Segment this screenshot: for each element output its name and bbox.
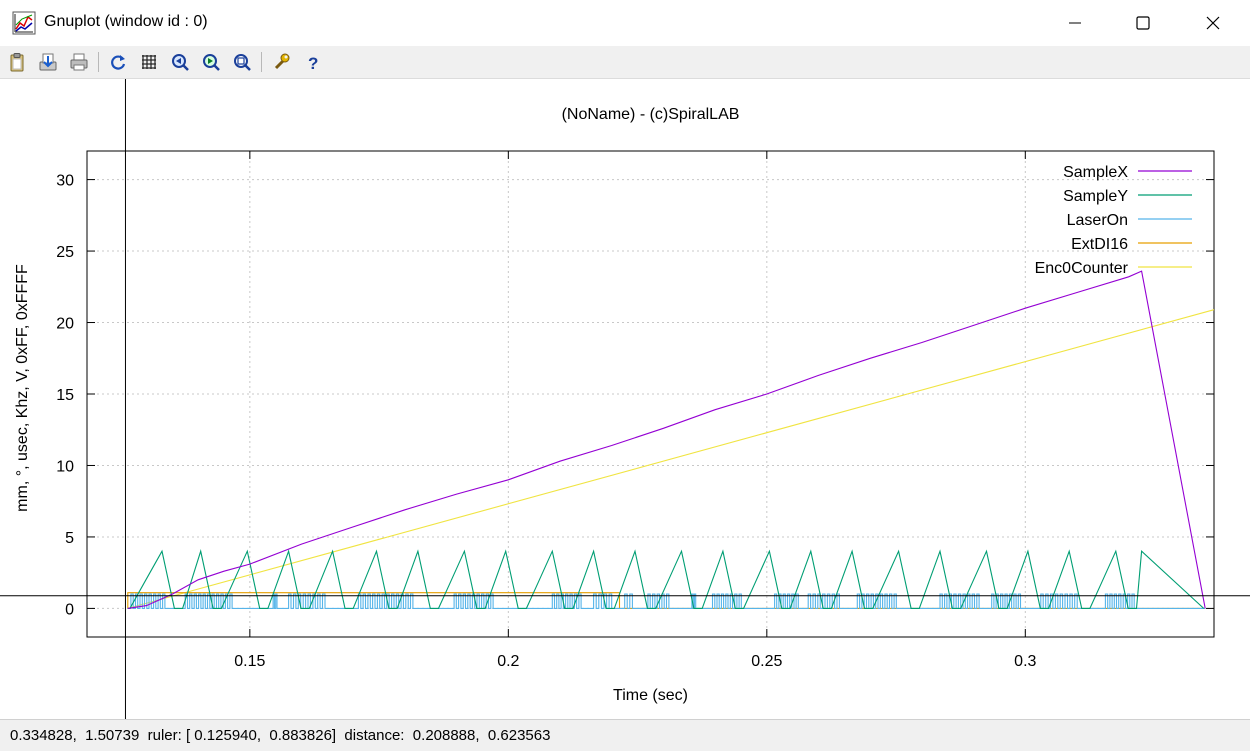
print-button[interactable] bbox=[67, 50, 91, 74]
copy-clipboard-button[interactable] bbox=[5, 50, 29, 74]
zoom-next-icon bbox=[203, 54, 220, 71]
y-tick-label: 15 bbox=[56, 387, 74, 404]
minimize-icon bbox=[1069, 22, 1081, 24]
export-button[interactable] bbox=[36, 50, 60, 74]
window-title: Gnuplot (window id : 0) bbox=[44, 13, 208, 30]
zoom-next-button[interactable] bbox=[199, 50, 223, 74]
status-coordinates: 0.334828, 1.50739 ruler: [ 0.125940, 0.8… bbox=[10, 727, 551, 744]
y-axis-label: mm, °, usec, Khz, V, 0xFF, 0xFFFF bbox=[14, 264, 31, 512]
unzoom-button[interactable] bbox=[230, 50, 254, 74]
toolbar-separator bbox=[261, 52, 262, 72]
chart-title: (NoName) - (c)SpiralLAB bbox=[562, 106, 740, 123]
refresh-icon bbox=[111, 55, 126, 70]
legend-label-enc0counter: Enc0Counter bbox=[1035, 260, 1129, 277]
wrench-icon bbox=[274, 53, 290, 70]
toolbar: ? bbox=[0, 46, 1250, 79]
y-tick-label: 25 bbox=[56, 244, 74, 261]
title-bar: Gnuplot (window id : 0) bbox=[0, 0, 1250, 47]
zoom-previous-button[interactable] bbox=[168, 50, 192, 74]
legend-label-extdi16: ExtDI16 bbox=[1071, 236, 1128, 253]
y-tick-label: 0 bbox=[65, 601, 74, 618]
options-button[interactable] bbox=[269, 50, 293, 74]
plot-border bbox=[86, 150, 1215, 638]
grid-button[interactable] bbox=[137, 50, 161, 74]
close-icon bbox=[1206, 16, 1220, 30]
maximize-icon bbox=[1136, 16, 1150, 30]
svg-text:?: ? bbox=[308, 54, 318, 72]
clipboard-icon bbox=[10, 53, 24, 72]
help-button[interactable]: ? bbox=[300, 50, 324, 74]
x-tick-label: 0.3 bbox=[1014, 653, 1036, 670]
x-tick-label: 0.15 bbox=[234, 653, 265, 670]
grid-icon bbox=[142, 55, 156, 69]
y-tick-label: 20 bbox=[56, 316, 74, 333]
status-bar: 0.334828, 1.50739 ruler: [ 0.125940, 0.8… bbox=[0, 719, 1250, 751]
line-chart: (NoName) - (c)SpiralLAB 0.15 0.2 0.25 0.3 0 5 1… bbox=[0, 79, 1250, 719]
plot-area[interactable]: (NoName) - (c)SpiralLAB 0.15 0.2 0.25 0.3 0 5 1… bbox=[0, 79, 1250, 719]
zoom-previous-icon bbox=[172, 54, 189, 71]
close-button[interactable] bbox=[1178, 0, 1248, 46]
x-tick-label: 0.25 bbox=[751, 653, 782, 670]
toolbar-separator bbox=[98, 52, 99, 72]
y-tick-label: 30 bbox=[56, 173, 74, 190]
unzoom-icon bbox=[234, 54, 251, 71]
series-samplex-line bbox=[127, 270, 1206, 609]
legend-label-laseron: LaserOn bbox=[1067, 212, 1128, 229]
legend-label-sampley: SampleY bbox=[1063, 188, 1128, 205]
x-tick-label: 0.2 bbox=[497, 653, 519, 670]
help-icon: ? bbox=[308, 54, 318, 72]
legend-label-samplex: SampleX bbox=[1063, 164, 1128, 181]
replot-button[interactable] bbox=[106, 50, 130, 74]
y-tick-label: 5 bbox=[65, 530, 74, 547]
x-axis-label: Time (sec) bbox=[613, 687, 688, 704]
maximize-button[interactable] bbox=[1108, 0, 1178, 46]
minimize-button[interactable] bbox=[1040, 0, 1110, 46]
gnuplot-app-icon bbox=[12, 11, 36, 35]
y-tick-label: 10 bbox=[56, 458, 74, 475]
printer-icon bbox=[70, 53, 88, 71]
export-icon bbox=[39, 53, 57, 71]
series-sampley-line bbox=[127, 549, 1205, 609]
